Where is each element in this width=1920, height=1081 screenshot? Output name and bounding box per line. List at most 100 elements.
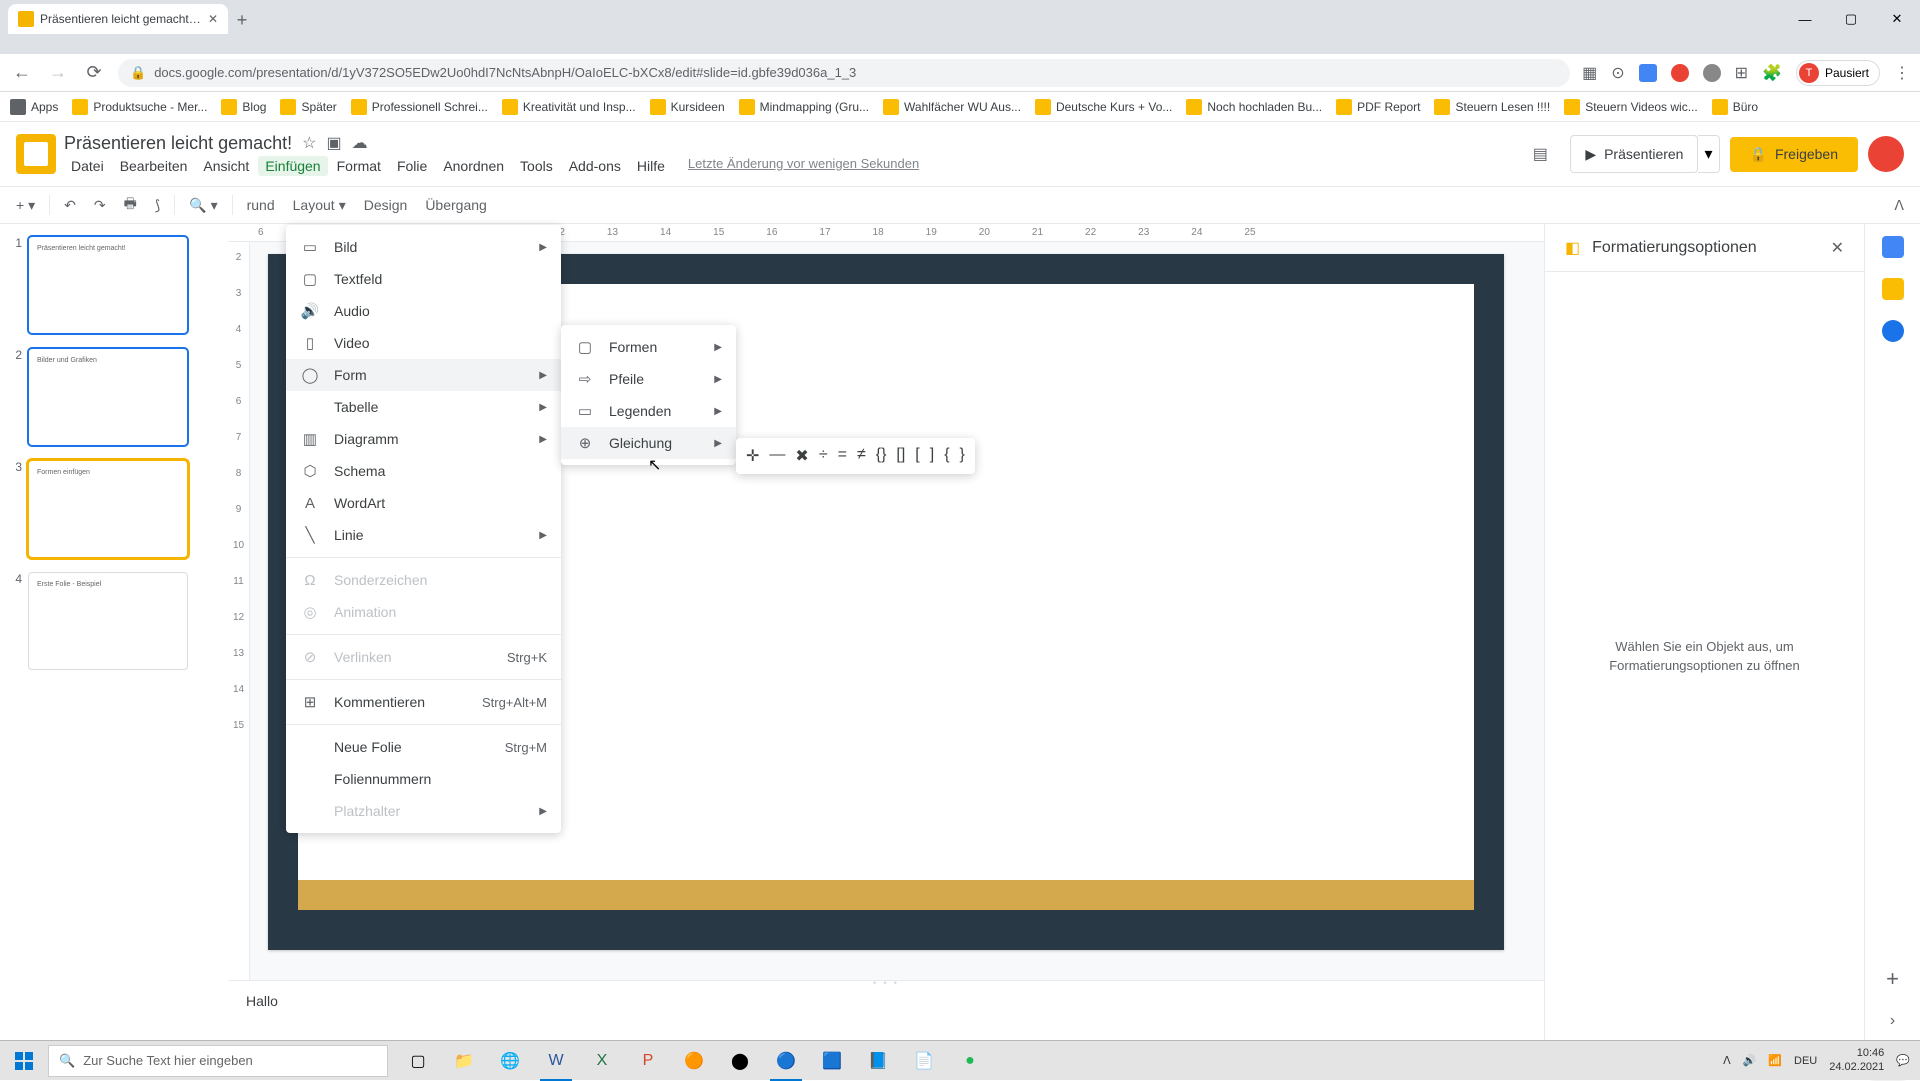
insert-wordart[interactable]: AWordArt bbox=[286, 487, 561, 519]
print-button[interactable]: 🖶 bbox=[116, 189, 145, 221]
edge-icon[interactable]: 🟦 bbox=[810, 1041, 854, 1081]
comments-button[interactable]: ▤ bbox=[1520, 134, 1560, 174]
close-window-button[interactable]: ✕ bbox=[1874, 4, 1920, 34]
insert-audio[interactable]: 🔊Audio bbox=[286, 295, 561, 327]
chrome-menu-icon[interactable]: ⋮ bbox=[1894, 63, 1910, 83]
bookmark-item[interactable]: PDF Report bbox=[1336, 99, 1420, 115]
insert-form[interactable]: ◯Form▶ bbox=[286, 359, 561, 391]
share-button[interactable]: 🔒 Freigeben bbox=[1730, 137, 1858, 172]
filmstrip[interactable]: 1Präsentieren leicht gemacht!2Bilder und… bbox=[0, 224, 228, 1040]
equation-symbol[interactable]: } bbox=[960, 446, 965, 466]
menu-add-ons[interactable]: Add-ons bbox=[562, 156, 628, 176]
slide-thumb-3[interactable]: 3Formen einfügen bbox=[8, 460, 220, 558]
transition-button[interactable]: Übergang bbox=[417, 193, 495, 217]
clock[interactable]: 10:46 24.02.2021 bbox=[1829, 1047, 1884, 1073]
new-slide-button[interactable]: + ▾ bbox=[8, 193, 43, 218]
reload-button[interactable]: ⟳ bbox=[82, 62, 106, 83]
bookmark-item[interactable]: Büro bbox=[1712, 99, 1758, 115]
form-gleichung[interactable]: ⊕Gleichung▶ bbox=[561, 427, 736, 459]
tray-chevron-icon[interactable]: ᐱ bbox=[1723, 1054, 1731, 1067]
file-explorer-icon[interactable]: 📁 bbox=[442, 1041, 486, 1081]
bookmark-item[interactable]: Blog bbox=[221, 99, 266, 115]
ext-icon[interactable]: ▦ bbox=[1582, 63, 1597, 83]
start-button[interactable] bbox=[0, 1041, 48, 1081]
task-view-icon[interactable]: ▢ bbox=[396, 1041, 440, 1081]
last-edit-link[interactable]: Letzte Änderung vor wenigen Sekunden bbox=[688, 156, 919, 176]
close-tab-icon[interactable]: ✕ bbox=[208, 12, 218, 26]
menu-datei[interactable]: Datei bbox=[64, 156, 111, 176]
notifications-icon[interactable]: 💬 bbox=[1896, 1054, 1910, 1067]
insert-textfeld[interactable]: ▢Textfeld bbox=[286, 263, 561, 295]
bookmark-item[interactable]: Später bbox=[280, 99, 336, 115]
slide-thumb-4[interactable]: 4Erste Folie - Beispiel bbox=[8, 572, 220, 670]
menu-ansicht[interactable]: Ansicht bbox=[196, 156, 256, 176]
equation-symbol[interactable]: ≠ bbox=[857, 446, 866, 466]
menu-hilfe[interactable]: Hilfe bbox=[630, 156, 672, 176]
menu-folie[interactable]: Folie bbox=[390, 156, 434, 176]
keep-icon[interactable] bbox=[1882, 278, 1904, 300]
layout-button[interactable]: Layout ▾ bbox=[285, 193, 354, 218]
menu-format[interactable]: Format bbox=[330, 156, 388, 176]
bookmark-item[interactable]: Wahlfächer WU Aus... bbox=[883, 99, 1021, 115]
new-tab-button[interactable]: + bbox=[228, 6, 256, 34]
equation-symbol[interactable]: — bbox=[769, 446, 785, 466]
insert-tabelle[interactable]: Tabelle▶ bbox=[286, 391, 561, 423]
language-indicator[interactable]: DEU bbox=[1794, 1055, 1817, 1067]
ext-icon[interactable]: ⊞ bbox=[1735, 63, 1748, 83]
insert-foliennummern[interactable]: Foliennummern bbox=[286, 763, 561, 795]
windows-search[interactable]: 🔍 Zur Suche Text hier eingeben bbox=[48, 1045, 388, 1077]
bookmark-item[interactable]: Kursideen bbox=[650, 99, 725, 115]
word-icon[interactable]: W bbox=[534, 1041, 578, 1081]
form-pfeile[interactable]: ⇨Pfeile▶ bbox=[561, 363, 736, 395]
slide-thumb-1[interactable]: 1Präsentieren leicht gemacht! bbox=[8, 236, 220, 334]
insert-diagramm[interactable]: ▥Diagramm▶ bbox=[286, 423, 561, 455]
bookmark-item[interactable]: Steuern Lesen !!!! bbox=[1434, 99, 1550, 115]
account-avatar[interactable] bbox=[1868, 136, 1904, 172]
move-icon[interactable]: ▣ bbox=[326, 133, 341, 153]
equation-symbol[interactable]: [ bbox=[915, 446, 919, 466]
equation-symbol[interactable]: ✛ bbox=[746, 446, 759, 466]
bookmark-item[interactable]: Noch hochladen Bu... bbox=[1186, 99, 1322, 115]
menu-tools[interactable]: Tools bbox=[513, 156, 560, 176]
bookmark-item[interactable]: Steuern Videos wic... bbox=[1564, 99, 1698, 115]
equation-symbol[interactable]: ✖ bbox=[795, 446, 808, 466]
extensions-icon[interactable]: 🧩 bbox=[1762, 63, 1782, 83]
form-legenden[interactable]: ▭Legenden▶ bbox=[561, 395, 736, 427]
back-button[interactable]: ← bbox=[10, 62, 34, 83]
app-icon[interactable]: 🟠 bbox=[672, 1041, 716, 1081]
star-icon[interactable]: ☆ bbox=[302, 133, 316, 153]
ext-icon[interactable] bbox=[1639, 64, 1657, 82]
ext-icon[interactable]: ⊙ bbox=[1611, 63, 1624, 83]
equation-symbol[interactable]: ÷ bbox=[819, 446, 828, 466]
close-panel-icon[interactable]: ✕ bbox=[1831, 238, 1844, 258]
app-icon[interactable]: 📄 bbox=[902, 1041, 946, 1081]
chrome-icon[interactable]: 🔵 bbox=[764, 1041, 808, 1081]
edge-icon[interactable]: 🌐 bbox=[488, 1041, 532, 1081]
menu-bearbeiten[interactable]: Bearbeiten bbox=[113, 156, 195, 176]
equation-symbol[interactable]: { bbox=[944, 446, 949, 466]
profile-button[interactable]: T Pausiert bbox=[1796, 60, 1880, 86]
maximize-window-button[interactable]: ▢ bbox=[1828, 4, 1874, 34]
insert-video[interactable]: ▯Video bbox=[286, 327, 561, 359]
equation-symbol[interactable]: = bbox=[838, 446, 847, 466]
address-bar[interactable]: 🔒 docs.google.com/presentation/d/1yV372S… bbox=[118, 59, 1570, 87]
powerpoint-icon[interactable]: P bbox=[626, 1041, 670, 1081]
insert-kommentieren[interactable]: ⊞KommentierenStrg+Alt+M bbox=[286, 686, 561, 718]
spotify-icon[interactable]: ● bbox=[948, 1041, 992, 1081]
menu-anordnen[interactable]: Anordnen bbox=[436, 156, 511, 176]
bookmark-item[interactable]: Mindmapping (Gru... bbox=[739, 99, 869, 115]
ext-icon[interactable] bbox=[1671, 64, 1689, 82]
tasks-icon[interactable] bbox=[1882, 320, 1904, 342]
calendar-icon[interactable] bbox=[1882, 236, 1904, 258]
ext-icon[interactable] bbox=[1703, 64, 1721, 82]
minimize-window-button[interactable]: — bbox=[1782, 4, 1828, 34]
insert-bild[interactable]: ▭Bild▶ bbox=[286, 231, 561, 263]
document-title[interactable]: Präsentieren leicht gemacht! bbox=[64, 133, 292, 154]
notes-resize-handle[interactable]: • • • bbox=[873, 978, 899, 989]
menu-einfügen[interactable]: Einfügen bbox=[258, 156, 327, 176]
zoom-button[interactable]: 🔍 ▾ bbox=[181, 193, 225, 218]
form-formen[interactable]: ▢Formen▶ bbox=[561, 331, 736, 363]
slides-logo[interactable] bbox=[16, 134, 56, 174]
volume-icon[interactable]: 🔊 bbox=[1743, 1054, 1757, 1067]
collapse-toolbar-icon[interactable]: ᐱ bbox=[1886, 193, 1912, 218]
